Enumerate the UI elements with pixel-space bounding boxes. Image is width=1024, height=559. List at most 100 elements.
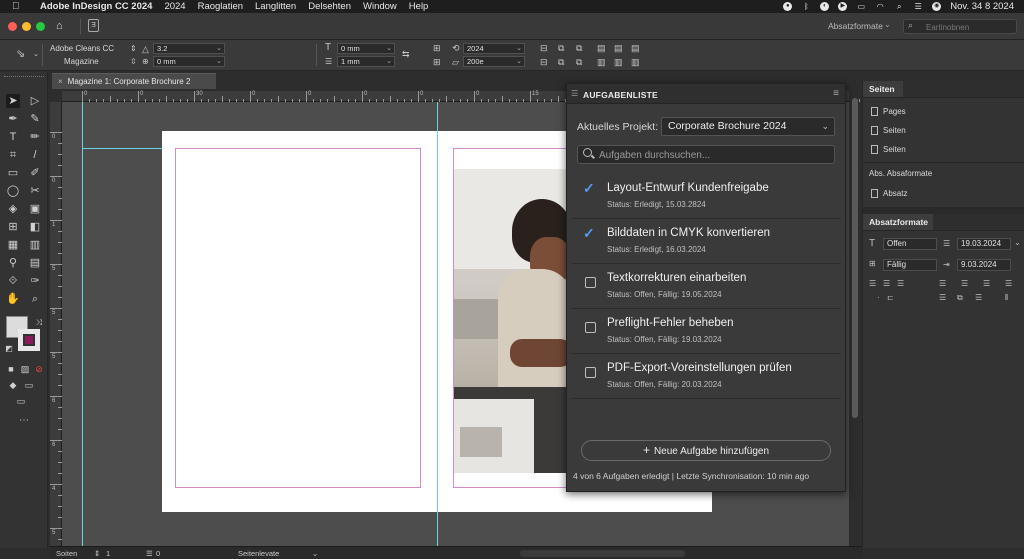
help-search-input[interactable]: ⌕ Eartinobnen [903, 19, 1017, 34]
battery-icon[interactable]: ▭ [856, 2, 866, 11]
grid-icon[interactable]: ⊞ [433, 57, 441, 67]
check-icon[interactable]: ✓ [583, 180, 595, 197]
task-item[interactable]: Textkorrekturen einarbeiten Status: Offe… [571, 264, 841, 309]
rectangle-frame-icon[interactable]: ▭ [6, 166, 20, 180]
vertical-ruler[interactable]: 0 0 1 5 5 5 6 6 4 5 [50, 102, 62, 551]
font-family-label[interactable]: Adobe Cleans CC [50, 44, 114, 53]
swatch-icon[interactable]: ◧ [28, 220, 42, 234]
workspace-switcher[interactable]: Absatzformate [828, 21, 883, 31]
portrait-photo-frame[interactable] [454, 169, 572, 473]
scissors-icon[interactable]: ✂ [28, 184, 42, 198]
home-icon[interactable]: ⌂ [56, 20, 68, 32]
project-select[interactable]: Corporate Brochure 2024 ⌄ [661, 117, 835, 136]
search-icon[interactable]: ⌕ [894, 2, 904, 11]
apply-gradient-icon[interactable]: ▨ [18, 362, 32, 376]
page-number[interactable]: 1 [106, 549, 110, 558]
page-stepper-icon[interactable]: ⇕ [94, 549, 100, 558]
tab-pages[interactable]: Seiten [863, 81, 903, 98]
crop-tool-icon[interactable]: ⌗ [6, 148, 20, 162]
user-icon[interactable]: ◐ [820, 2, 830, 11]
swap-icon[interactable]: ⇆ [402, 49, 410, 59]
menu-item-langlitten[interactable]: Langlitten [255, 1, 296, 12]
rotation-field[interactable]: 2024 ⌄ [463, 43, 525, 54]
type-tool-icon[interactable]: T [325, 43, 331, 53]
image-icon[interactable]: ▣ [28, 202, 42, 216]
bars-icon[interactable]: ⫴ [1005, 293, 1008, 303]
brush-icon[interactable]: ✐ [28, 166, 42, 180]
flip-icon[interactable]: ⊟ [540, 43, 548, 53]
align-center-icon[interactable]: ☰ [883, 279, 890, 288]
align-icon[interactable]: ☰ [325, 57, 332, 67]
eyedropper-tool-icon[interactable]: ⚲ [6, 256, 20, 270]
frame-grid-icon[interactable]: ⊞ [6, 220, 20, 234]
chevron-down-icon[interactable]: ⌄ [386, 44, 392, 53]
menu-app-name[interactable]: Adobe InDesign CC 2024 [40, 1, 152, 12]
scrollbar-thumb[interactable] [852, 98, 858, 418]
justify-icon[interactable]: ☰ [939, 279, 946, 288]
task-checkbox[interactable] [585, 367, 596, 378]
chevron-down-icon[interactable]: ⌄ [33, 50, 39, 60]
free-transform-icon[interactable]: ⟐ [6, 274, 20, 288]
ruler-guide[interactable] [82, 102, 83, 546]
distribute-icon[interactable]: ▥ [597, 57, 606, 67]
tab-paragraph-styles[interactable]: Absatzformate [863, 214, 933, 231]
grid-icon[interactable]: ⊞ [433, 43, 441, 53]
date-field[interactable]: 19.03.2024 [957, 238, 1011, 250]
swap-colors-icon[interactable]: ⤨ [32, 316, 46, 330]
column-guide[interactable] [437, 102, 438, 546]
control-center-icon[interactable]: ☰ [913, 2, 923, 11]
task-item[interactable]: ✓ Layout-Entwurf Kundenfreigabe Status: … [571, 174, 841, 219]
panel-grip-icon[interactable]: ☰ [571, 89, 578, 98]
chevron-down-icon[interactable]: ⌄ [516, 44, 522, 53]
align-center-icon[interactable]: ▤ [614, 43, 623, 53]
document-tab[interactable]: × Magazine 1: Corporate Brochure 2 [52, 73, 216, 89]
page-list-item[interactable]: Seiten [871, 126, 906, 135]
align-right-icon[interactable]: ▤ [631, 43, 640, 53]
align-icon[interactable]: ☰ [975, 293, 982, 302]
indent-left-icon[interactable]: ⊏ [887, 293, 894, 302]
type-tool-icon[interactable]: T [6, 130, 20, 144]
measure-tool-icon[interactable]: ▤ [28, 256, 42, 270]
rotate-icon[interactable]: ⟲ [452, 43, 460, 53]
chevron-down-icon[interactable]: ⌄ [312, 549, 318, 558]
selection-tool-icon[interactable]: ➤ [6, 94, 20, 108]
distribute-icon[interactable]: ▥ [631, 57, 640, 67]
menu-item-window[interactable]: Window [363, 1, 397, 12]
check-icon[interactable]: ✓ [583, 225, 595, 242]
pencil-tool-icon[interactable]: ✏ [28, 130, 42, 144]
due-field[interactable]: Fällig [883, 259, 937, 271]
task-checkbox[interactable] [585, 322, 596, 333]
task-item[interactable]: ✓ Bilddaten in CMYK konvertieren Status:… [571, 219, 841, 264]
align-left-icon[interactable]: ▤ [597, 43, 606, 53]
more-tools-icon[interactable]: ⋯ [17, 414, 31, 428]
apply-color-icon[interactable]: ■ [4, 362, 18, 376]
ruler-guide[interactable] [82, 148, 162, 149]
justify-center-icon[interactable]: ☰ [961, 279, 968, 288]
shear-icon[interactable]: ▱ [452, 57, 459, 67]
chevron-down-icon[interactable]: ⌄ [216, 57, 222, 66]
default-colors-icon[interactable]: ◩ [2, 342, 16, 356]
stroke-swatch[interactable] [18, 329, 40, 351]
flip-icon[interactable]: ⊟ [540, 57, 548, 67]
menu-item-2024[interactable]: 2024 [164, 1, 185, 12]
add-task-button[interactable]: + Neue Aufgabe hinzufügen [581, 440, 831, 461]
play-icon[interactable]: ▶ [838, 2, 848, 11]
apply-none-icon[interactable]: ⊘ [32, 362, 46, 376]
layout-icon[interactable]: ▥ [28, 238, 42, 252]
wifi-icon[interactable]: ◠ [875, 2, 885, 11]
direct-selection-tool-icon[interactable]: ▷ [28, 94, 42, 108]
preview-mode-icon[interactable]: ▭ [22, 378, 36, 392]
line-tool-icon[interactable]: / [28, 148, 42, 162]
gradient-icon[interactable]: ◈ [6, 202, 20, 216]
paragraph-style-item[interactable]: Absatz [871, 189, 907, 198]
normal-mode-icon[interactable]: ◆ [6, 378, 20, 392]
task-item[interactable]: Preflight-Fehler beheben Status: Offen, … [571, 309, 841, 354]
preflight-errors[interactable]: 0 [156, 549, 160, 558]
page-list-item[interactable]: Pages [871, 107, 906, 116]
bluetooth-icon[interactable]: ᛒ [801, 2, 811, 11]
align-left-icon[interactable]: ☰ [869, 279, 876, 288]
zoom-tool-icon[interactable]: ⌕ [28, 292, 42, 306]
text-frame-icon[interactable]: ⇘ [16, 49, 25, 60]
task-checkbox[interactable] [585, 277, 596, 288]
task-item[interactable]: PDF-Export-Voreinstellungen prüfen Statu… [571, 354, 841, 399]
